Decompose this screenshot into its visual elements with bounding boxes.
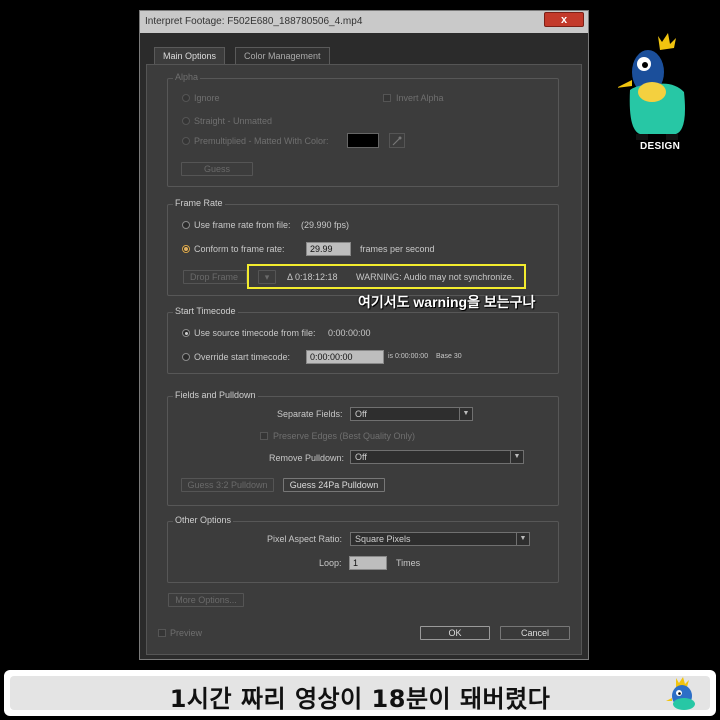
warning-highlight-box [247, 264, 526, 289]
remove-pulldown-select[interactable]: Off ▼ [350, 450, 524, 464]
ok-label: OK [448, 628, 462, 638]
preserve-edges-label: Preserve Edges (Best Quality Only) [273, 431, 416, 441]
pixel-aspect-ratio-select[interactable]: Square Pixels ▼ [350, 532, 530, 546]
drop-frame-select[interactable]: Drop Frame [183, 270, 247, 284]
title-bar: Interpret Footage: F502E680_188780506_4.… [140, 11, 588, 33]
matte-color-swatch[interactable] [347, 133, 379, 148]
tab-color-management[interactable]: Color Management [235, 47, 330, 65]
ok-button[interactable]: OK [420, 626, 490, 640]
alpha-guess-label: Guess [203, 164, 230, 174]
cancel-label: Cancel [520, 628, 549, 638]
source-timecode-value: 0:00:00:00 [328, 328, 371, 338]
timecode-base: Base 30 [436, 353, 462, 360]
alpha-straight-radio[interactable] [182, 117, 190, 125]
pixel-aspect-ratio-value: Square Pixels [355, 534, 411, 544]
bird-foot-right [666, 134, 678, 140]
override-timecode-label: Override start timecode: [194, 352, 291, 362]
close-button[interactable]: x [544, 12, 584, 27]
guess-24pa-pulldown-label: Guess 24Pa Pulldown [289, 480, 379, 490]
design-bird-logo [618, 33, 685, 140]
file-fps-value: (29.990 fps) [301, 220, 350, 230]
eyedropper-icon [392, 136, 402, 146]
preserve-edges-checkbox[interactable] [260, 432, 268, 440]
override-is-value: is 0:00:00:00 [388, 353, 429, 360]
window-title: Interpret Footage: F502E680_188780506_4.… [145, 16, 363, 27]
alpha-group-title: Alpha [173, 72, 201, 82]
other-options-group-title: Other Options [173, 515, 234, 525]
chevron-down-icon: ▼ [459, 408, 472, 420]
bird-belly [638, 82, 666, 102]
alpha-ignore-label: Ignore [194, 93, 220, 103]
tab-main-options[interactable]: Main Options [154, 47, 226, 65]
caption-text: 1시간 짜리 영상이 18분이 돼버렸다 [169, 685, 551, 713]
conform-fps-input[interactable]: 29.99 [306, 242, 351, 256]
start-timecode-group-title: Start Timecode [173, 306, 238, 316]
tab-color-management-label: Color Management [244, 51, 321, 61]
alpha-ignore-radio[interactable] [182, 94, 190, 102]
pixel-aspect-ratio-label: Pixel Aspect Ratio: [267, 534, 343, 544]
drop-frame-label: Drop Frame [190, 272, 239, 282]
remove-pulldown-value: Off [355, 452, 367, 462]
use-file-frame-rate-label: Use frame rate from file: [194, 220, 291, 230]
start-timecode-group: Start Timecode [167, 306, 559, 374]
tab-main-options-label: Main Options [163, 51, 217, 61]
alpha-premultiplied-radio[interactable] [182, 137, 190, 145]
other-options-group: Other Options [167, 515, 559, 583]
use-source-timecode-radio[interactable] [182, 329, 190, 337]
loop-label: Loop: [319, 558, 342, 568]
override-timecode-input[interactable]: 0:00:00:00 [306, 350, 384, 364]
eyedropper-button[interactable] [389, 133, 405, 148]
caption-inner: 1시간 짜리 영상이 18분이 돼버렸다 [10, 676, 710, 713]
caption-bird-icon [666, 677, 695, 710]
bird-pupil [642, 62, 648, 68]
override-timecode-radio[interactable] [182, 353, 190, 361]
preview-checkbox[interactable] [158, 629, 166, 637]
guess-32-pulldown-button[interactable]: Guess 3:2 Pulldown [181, 478, 274, 492]
alpha-premultiplied-label: Premultiplied - Matted With Color: [194, 136, 329, 146]
separate-fields-label: Separate Fields: [277, 409, 343, 419]
more-options-button[interactable]: More Options... [168, 593, 244, 607]
caption-bar: 1시간 짜리 영상이 18분이 돼버렸다 [4, 670, 716, 716]
more-options-label: More Options... [175, 595, 237, 605]
loop-input[interactable]: 1 [349, 556, 387, 570]
fields-pulldown-group-title: Fields and Pulldown [173, 390, 258, 400]
use-source-timecode-label: Use source timecode from file: [194, 328, 316, 338]
guess-24pa-pulldown-button[interactable]: Guess 24Pa Pulldown [283, 478, 385, 492]
remove-pulldown-label: Remove Pulldown: [269, 453, 345, 463]
close-icon: x [560, 14, 568, 26]
invert-alpha-checkbox[interactable] [383, 94, 391, 102]
fps-unit-label: frames per second [360, 244, 435, 254]
separate-fields-select[interactable]: Off ▼ [350, 407, 473, 421]
cancel-button[interactable]: Cancel [500, 626, 570, 640]
separate-fields-value: Off [355, 409, 367, 419]
preview-label: Preview [170, 628, 203, 638]
logo-text: DESIGN [640, 141, 681, 152]
frame-rate-group-title: Frame Rate [173, 198, 225, 208]
conform-frame-rate-label: Conform to frame rate: [194, 244, 285, 254]
crown-icon [658, 33, 676, 50]
chevron-down-icon: ▼ [516, 533, 529, 545]
bird-beak [618, 80, 632, 88]
chevron-down-icon: ▼ [510, 451, 523, 463]
annotation-text: 여기서도 warning을 보는구나 [358, 294, 536, 310]
bird-foot-left [636, 134, 648, 140]
alpha-guess-button[interactable]: Guess [181, 162, 253, 176]
guess-32-pulldown-label: Guess 3:2 Pulldown [187, 480, 268, 490]
invert-alpha-label: Invert Alpha [396, 93, 444, 103]
use-file-frame-rate-radio[interactable] [182, 221, 190, 229]
alpha-straight-label: Straight - Unmatted [194, 116, 273, 126]
loop-times-label: Times [396, 558, 421, 568]
conform-frame-rate-radio[interactable] [182, 245, 190, 253]
